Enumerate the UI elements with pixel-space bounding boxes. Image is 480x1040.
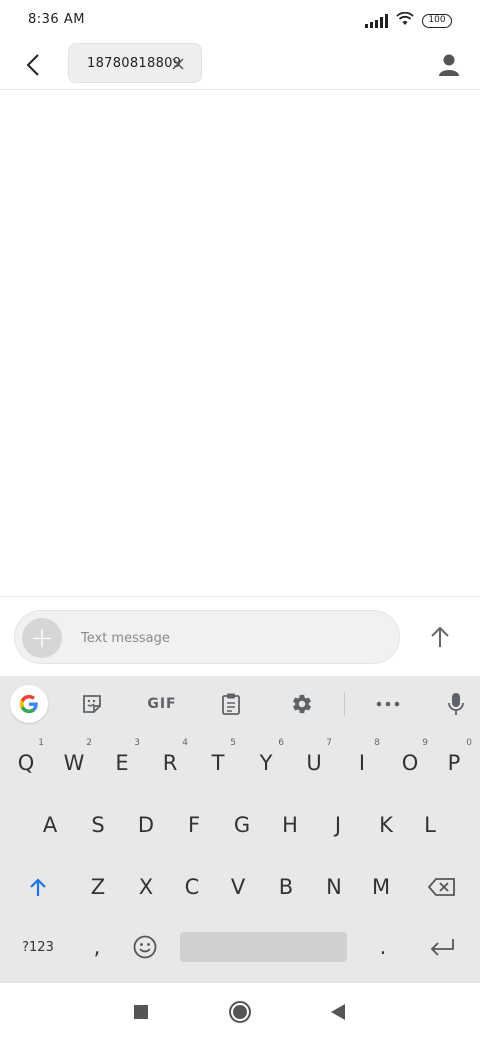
google-button[interactable] <box>10 685 48 723</box>
add-attachment-button[interactable]: + <box>22 618 62 658</box>
toolbar-divider <box>344 692 345 716</box>
voice-input-button[interactable] <box>438 688 474 720</box>
backspace-icon <box>428 878 455 896</box>
gear-icon <box>293 694 311 714</box>
more-button[interactable] <box>370 688 406 720</box>
key-z[interactable]: Z <box>74 856 122 918</box>
key-p[interactable]: P0 <box>430 732 478 794</box>
space-key[interactable] <box>180 932 347 962</box>
comma-key[interactable]: , <box>74 916 120 978</box>
key-b[interactable]: B <box>262 856 310 918</box>
back-button[interactable] <box>18 50 48 80</box>
key-e[interactable]: E3 <box>98 732 146 794</box>
period-key[interactable]: . <box>360 916 406 978</box>
battery-icon: 100 <box>422 13 452 28</box>
key-h[interactable]: H <box>266 794 314 856</box>
keyboard-toolbar: GIF <box>0 676 480 732</box>
google-icon <box>19 694 38 714</box>
wifi-icon <box>396 11 414 30</box>
enter-icon <box>430 939 454 956</box>
key-r[interactable]: R4 <box>146 732 194 794</box>
key-row-4: ?123 , . <box>0 916 480 978</box>
key-t[interactable]: T5 <box>194 732 242 794</box>
key-n[interactable]: N <box>310 856 358 918</box>
home-button[interactable] <box>225 997 255 1027</box>
key-m[interactable]: M <box>356 856 406 918</box>
gif-label: GIF <box>147 696 177 712</box>
key-j[interactable]: J <box>314 794 362 856</box>
sticker-icon <box>83 695 101 713</box>
person-icon <box>439 54 459 76</box>
more-dots-icon <box>376 701 400 707</box>
key-f[interactable]: F <box>170 794 218 856</box>
triangle-back-icon <box>331 1004 345 1020</box>
microphone-icon <box>448 693 464 715</box>
plus-icon: + <box>30 621 54 654</box>
signal-icon <box>365 13 388 28</box>
nav-back-button[interactable] <box>323 997 353 1027</box>
contact-button[interactable] <box>432 48 466 82</box>
recipient-chip[interactable]: 18780818809 <box>68 43 202 83</box>
key-d[interactable]: D <box>122 794 170 856</box>
emoji-icon <box>133 935 157 959</box>
back-arrow-icon <box>26 54 39 76</box>
key-a[interactable]: A <box>26 794 74 856</box>
key-x[interactable]: X <box>122 856 170 918</box>
key-l[interactable]: L <box>406 794 454 856</box>
keyboard: GIF Q1 W2 E3 R4 T5 Y6 U7 I8 O9 P0 A S D … <box>0 676 480 982</box>
compose-area: + <box>0 596 480 676</box>
gif-button[interactable]: GIF <box>140 688 184 720</box>
square-icon <box>134 1005 148 1019</box>
sticker-button[interactable] <box>74 688 110 720</box>
clipboard-icon <box>222 693 240 715</box>
key-y[interactable]: Y6 <box>242 732 290 794</box>
key-v[interactable]: V <box>214 856 262 918</box>
symbols-key[interactable]: ?123 <box>8 916 68 978</box>
home-circle-icon <box>229 1001 251 1023</box>
key-c[interactable]: C <box>168 856 216 918</box>
key-i[interactable]: I8 <box>338 732 386 794</box>
send-button[interactable] <box>424 621 456 653</box>
system-nav-bar <box>0 982 480 1040</box>
emoji-key[interactable] <box>122 916 168 978</box>
key-u[interactable]: U7 <box>290 732 338 794</box>
remove-recipient-button[interactable] <box>169 55 187 73</box>
key-o[interactable]: O9 <box>386 732 434 794</box>
settings-button[interactable] <box>284 688 320 720</box>
key-row-2: A S D F G H J K L <box>0 794 480 856</box>
key-k[interactable]: K <box>362 794 410 856</box>
key-s[interactable]: S <box>74 794 122 856</box>
key-row-1: Q1 W2 E3 R4 T5 Y6 U7 I8 O9 P0 <box>0 732 480 794</box>
clipboard-button[interactable] <box>213 688 249 720</box>
arrow-up-icon <box>431 626 449 647</box>
close-icon <box>172 58 184 70</box>
message-list <box>0 91 480 596</box>
key-w[interactable]: W2 <box>50 732 98 794</box>
status-time: 8:36 AM <box>28 12 85 27</box>
message-input[interactable] <box>81 626 381 650</box>
shift-arrow-icon <box>30 878 46 896</box>
enter-key[interactable] <box>414 916 470 978</box>
key-row-3: Z X C V B N M <box>0 856 480 918</box>
key-q[interactable]: Q1 <box>2 732 50 794</box>
recipient-number: 18780818809 <box>87 55 182 71</box>
shift-key[interactable] <box>8 856 68 918</box>
recents-button[interactable] <box>126 997 156 1027</box>
conversation-header: 18780818809 <box>0 40 480 90</box>
compose-field: + <box>14 610 400 664</box>
status-icons: 100 <box>365 11 452 30</box>
status-bar: 8:36 AM 100 <box>0 0 480 40</box>
key-g[interactable]: G <box>218 794 266 856</box>
backspace-key[interactable] <box>414 856 470 918</box>
